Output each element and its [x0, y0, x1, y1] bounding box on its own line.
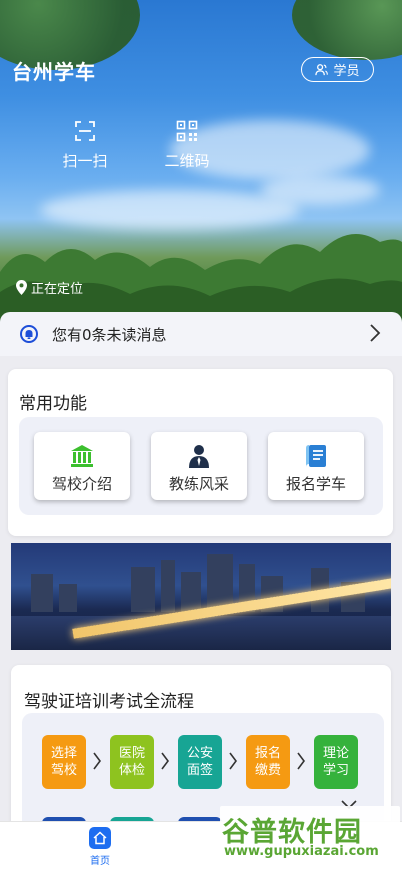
cloud: [260, 175, 380, 205]
arrow-right-icon: [93, 752, 101, 770]
tab-home[interactable]: 首页: [82, 827, 118, 867]
building: [161, 560, 175, 612]
signup-button[interactable]: 报名学车: [268, 432, 364, 500]
step-medical-exam[interactable]: 医院体检: [110, 735, 154, 789]
location-pin-icon: [16, 280, 27, 295]
unread-message-bar[interactable]: 您有0条未读消息: [0, 312, 402, 356]
school-intro-button[interactable]: 驾校介绍: [34, 432, 130, 500]
coach-showcase-button[interactable]: 教练风采: [151, 432, 247, 500]
building: [181, 572, 201, 612]
role-switch-button[interactable]: 学员: [301, 57, 374, 82]
qrcode-icon: [176, 120, 198, 142]
arrow-right-icon: [161, 752, 169, 770]
common-functions-title: 常用功能: [19, 394, 87, 414]
common-functions-card: 常用功能 驾校介绍 教练风采 报名学车: [8, 369, 393, 536]
step-register-pay[interactable]: 报名缴费: [246, 735, 290, 789]
city-night-banner-image[interactable]: [11, 543, 391, 650]
tab-home-label: 首页: [90, 856, 110, 867]
qrcode-label: 二维码: [164, 152, 210, 170]
app-title: 台州学车: [12, 60, 96, 84]
school-building-icon: [71, 445, 93, 467]
coach-showcase-label: 教练风采: [168, 475, 229, 493]
role-label: 学员: [333, 64, 360, 79]
scan-icon: [75, 121, 95, 141]
user-group-icon: [315, 64, 329, 76]
watermark-url: www.gupuxiazai.com: [224, 844, 379, 859]
signup-form-icon: [306, 445, 326, 467]
common-functions-panel: 驾校介绍 教练风采 报名学车: [19, 417, 383, 515]
building: [131, 567, 155, 612]
school-intro-label: 驾校介绍: [51, 475, 112, 493]
step-choose-school[interactable]: 选择驾校: [42, 735, 86, 789]
arrow-right-icon: [229, 752, 237, 770]
foliage-decoration: [292, 0, 402, 60]
hero-banner: 台州学车 学员 扫一扫 二维码 正在定位: [0, 0, 402, 322]
tree-line: [0, 234, 402, 322]
bell-icon: [20, 325, 38, 343]
river: [11, 616, 391, 650]
location-indicator[interactable]: 正在定位: [16, 278, 83, 297]
app-screen: 台州学车 学员 扫一扫 二维码 正在定位 您有0条未读消息 常用功能 驾校介绍 …: [0, 0, 402, 869]
building: [59, 584, 77, 612]
scan-label: 扫一扫: [62, 152, 108, 170]
scan-button[interactable]: 扫一扫: [50, 120, 120, 171]
process-title: 驾驶证培训考试全流程: [24, 692, 194, 712]
arrow-right-icon: [297, 752, 305, 770]
unread-message-text: 您有0条未读消息: [52, 325, 167, 344]
step-theory-study[interactable]: 理论学习: [314, 735, 358, 789]
step-police-interview[interactable]: 公安面签: [178, 735, 222, 789]
qrcode-button[interactable]: 二维码: [152, 120, 222, 171]
chevron-right-icon: [370, 324, 381, 342]
building: [31, 574, 53, 612]
home-icon: [93, 831, 107, 845]
coach-person-icon: [189, 445, 209, 468]
signup-label: 报名学车: [285, 475, 346, 493]
location-text: 正在定位: [31, 282, 84, 297]
site-watermark: 谷普软件园 www.gupuxiazai.com: [220, 806, 400, 864]
